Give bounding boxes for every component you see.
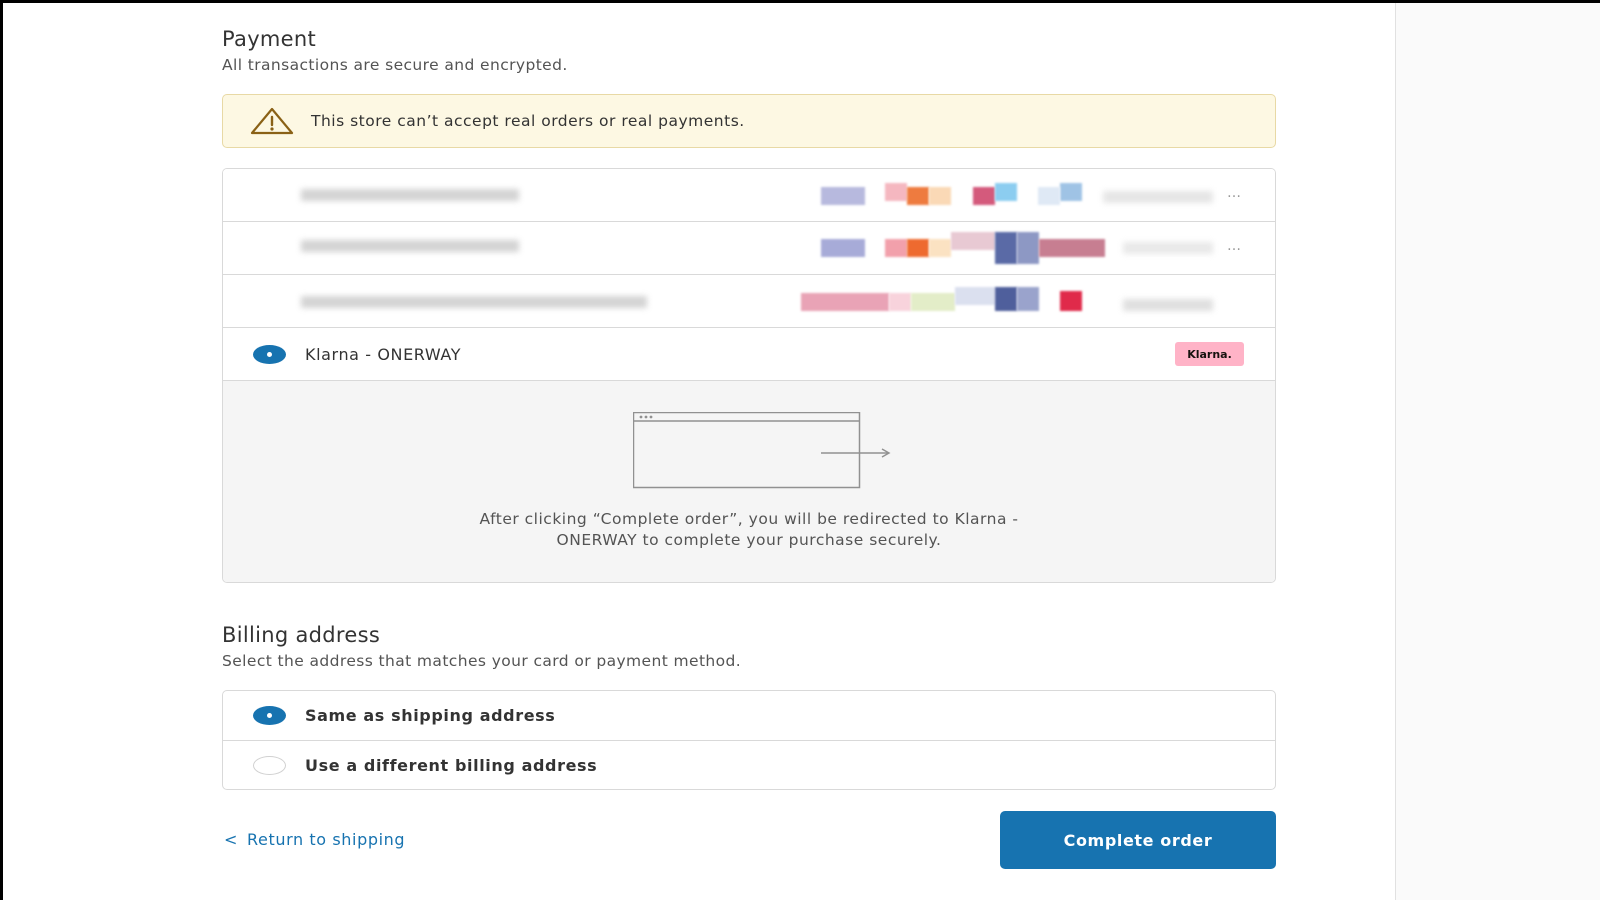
complete-order-button[interactable]: Complete order (1000, 811, 1276, 869)
main-content: Payment All transactions are secure and … (222, 3, 1276, 869)
more-icon: … (1227, 185, 1241, 201)
browser-redirect-icon (633, 412, 891, 489)
test-store-alert: This store can’t accept real orders or r… (222, 94, 1276, 148)
payment-method-klarna[interactable]: Klarna - ONERWAY Klarna. (223, 328, 1275, 381)
redirect-info: After clicking “Complete order”, you wil… (223, 381, 1275, 582)
klarna-label: Klarna - ONERWAY (305, 344, 462, 364)
payment-methods: … … Klarna - ONERWAY Klarna. After click… (222, 168, 1276, 583)
payment-subtitle: All transactions are secure and encrypte… (222, 56, 568, 74)
billing-option-different[interactable]: Use a different billing address (223, 740, 1275, 789)
same-address-radio[interactable] (253, 706, 286, 725)
order-summary-sidebar (1395, 3, 1600, 900)
alert-message: This store can’t accept real orders or r… (311, 112, 745, 130)
redirect-text-line-1: After clicking “Complete order”, you wil… (479, 510, 1019, 528)
billing-section: Billing address Select the address that … (222, 623, 1276, 790)
billing-subtitle: Select the address that matches your car… (222, 652, 742, 670)
return-to-shipping-link[interactable]: < Return to shipping (224, 830, 405, 849)
billing-option-same[interactable]: Same as shipping address (223, 691, 1275, 740)
billing-title: Billing address (222, 623, 381, 647)
warning-icon (250, 107, 294, 135)
klarna-radio[interactable] (253, 344, 286, 364)
payment-method-row[interactable]: … (223, 169, 1275, 222)
payment-method-row[interactable]: … (223, 222, 1275, 275)
different-address-label: Use a different billing address (305, 755, 598, 775)
same-address-label: Same as shipping address (305, 706, 556, 725)
klarna-logo: Klarna. (1175, 342, 1244, 366)
redirect-text-line-2: ONERWAY to complete your purchase secure… (556, 531, 942, 549)
chevron-left-icon: < (224, 830, 239, 849)
more-icon: … (1227, 238, 1241, 254)
payment-method-row[interactable] (223, 275, 1275, 328)
checkout-page: Payment All transactions are secure and … (3, 3, 1600, 900)
return-label: Return to shipping (247, 830, 406, 849)
redirect-text: After clicking “Complete order”, you wil… (223, 509, 1275, 551)
different-address-radio[interactable] (253, 755, 286, 775)
billing-options: Same as shipping address Use a different… (222, 690, 1276, 790)
payment-title: Payment (222, 27, 317, 51)
checkout-footer: < Return to shipping Complete order (222, 811, 1276, 869)
